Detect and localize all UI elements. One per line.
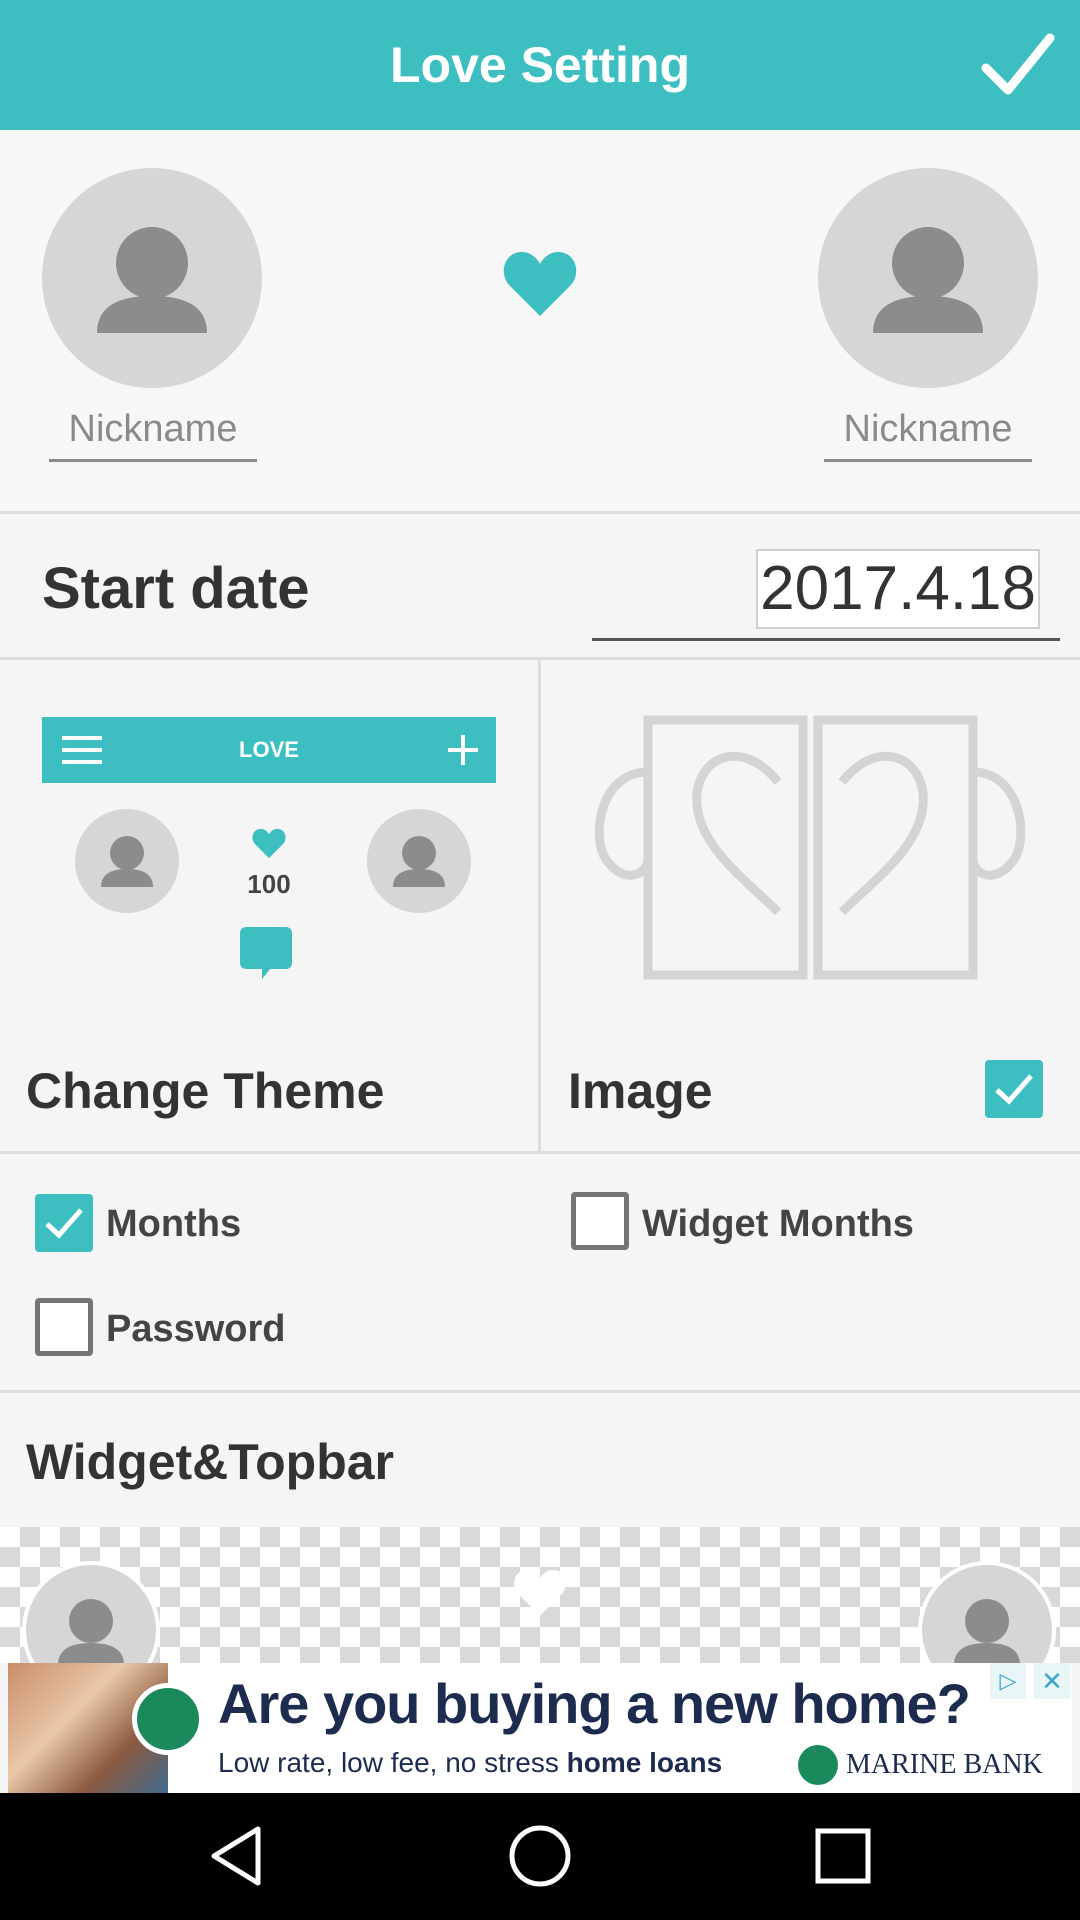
ad-close-icon[interactable]: ✕	[1034, 1663, 1070, 1699]
ad-headline: Are you buying a new home?	[218, 1672, 971, 1735]
password-label[interactable]: Password	[106, 1308, 286, 1351]
adchoices-icon[interactable]: ▷	[990, 1663, 1026, 1699]
start-date-value: 2017.4.18	[756, 549, 1040, 629]
preview-header-title: LOVE	[239, 737, 299, 762]
widget-months-checkbox[interactable]	[571, 1192, 629, 1250]
menu-icon	[62, 736, 102, 764]
plus-icon	[448, 735, 478, 765]
image-label[interactable]: Image	[568, 1062, 713, 1120]
person-icon	[101, 836, 153, 887]
couple-profiles: Nickname Nickname	[0, 130, 1080, 514]
widget-preview[interactable]	[0, 1527, 1080, 1663]
widget-right-avatar	[918, 1561, 1056, 1663]
right-avatar[interactable]	[818, 168, 1038, 388]
check-icon	[995, 1074, 1033, 1105]
widget-left-avatar	[22, 1561, 160, 1663]
split-heart-mug-icon[interactable]	[588, 712, 1032, 982]
months-label[interactable]: Months	[106, 1203, 241, 1246]
preview-counter: 100	[247, 869, 291, 899]
bank-name: MARINE BANK	[846, 1749, 1043, 1780]
preview-left-avatar	[75, 809, 179, 913]
ad-subline-bold: home loans	[566, 1747, 723, 1778]
heart-icon	[514, 1569, 566, 1616]
left-avatar[interactable]	[42, 168, 262, 388]
check-icon	[45, 1208, 83, 1239]
chat-bubble-icon	[240, 927, 292, 979]
recents-icon[interactable]	[808, 1821, 878, 1891]
theme-section: LOVE 100 Change Theme Image	[0, 660, 1080, 1154]
preview-header: LOVE	[42, 717, 496, 783]
right-nickname-field[interactable]: Nickname	[824, 402, 1032, 462]
column-divider	[538, 660, 541, 1154]
start-date-label: Start date	[42, 556, 310, 621]
ad-subline: Low rate, low fee, no stress home loans	[218, 1747, 722, 1779]
check-icon[interactable]	[980, 30, 1056, 100]
bank-logo-icon	[132, 1683, 204, 1755]
widget-topbar-title: Widget&Topbar	[26, 1434, 395, 1490]
page-title: Love Setting	[389, 37, 691, 93]
heart-icon	[503, 252, 577, 316]
options-section: Months Widget Months Password	[0, 1157, 1080, 1393]
person-icon	[393, 836, 445, 887]
person-icon	[58, 1599, 124, 1663]
preview-right-avatar	[367, 809, 471, 913]
home-icon[interactable]	[505, 1821, 575, 1891]
heart-icon	[252, 828, 286, 859]
change-theme-label[interactable]: Change Theme	[26, 1062, 384, 1120]
widget-months-label[interactable]: Widget Months	[642, 1203, 914, 1246]
ad-subline-text: Low rate, low fee, no stress	[218, 1747, 567, 1778]
person-icon	[873, 227, 983, 333]
back-icon[interactable]	[202, 1821, 272, 1891]
left-nickname-field[interactable]: Nickname	[49, 402, 257, 462]
system-nav-bar	[0, 1793, 1080, 1920]
bank-brand: MARINE BANK	[798, 1745, 1068, 1785]
person-icon	[954, 1599, 1020, 1663]
bank-mark-icon	[798, 1745, 838, 1785]
image-checkbox[interactable]	[985, 1060, 1043, 1118]
person-icon	[97, 227, 207, 333]
start-date-row: Start date 2017.4.18	[0, 517, 1080, 660]
right-nickname-placeholder: Nickname	[843, 408, 1013, 450]
months-checkbox[interactable]	[35, 1194, 93, 1252]
top-app-bar: Love Setting	[0, 0, 1080, 130]
ad-banner[interactable]: Are you buying a new home? Low rate, low…	[8, 1663, 1072, 1793]
start-date-field[interactable]: 2017.4.18	[592, 549, 1060, 641]
left-nickname-placeholder: Nickname	[68, 408, 238, 450]
password-checkbox[interactable]	[35, 1298, 93, 1356]
theme-preview[interactable]: LOVE 100	[42, 717, 496, 1037]
